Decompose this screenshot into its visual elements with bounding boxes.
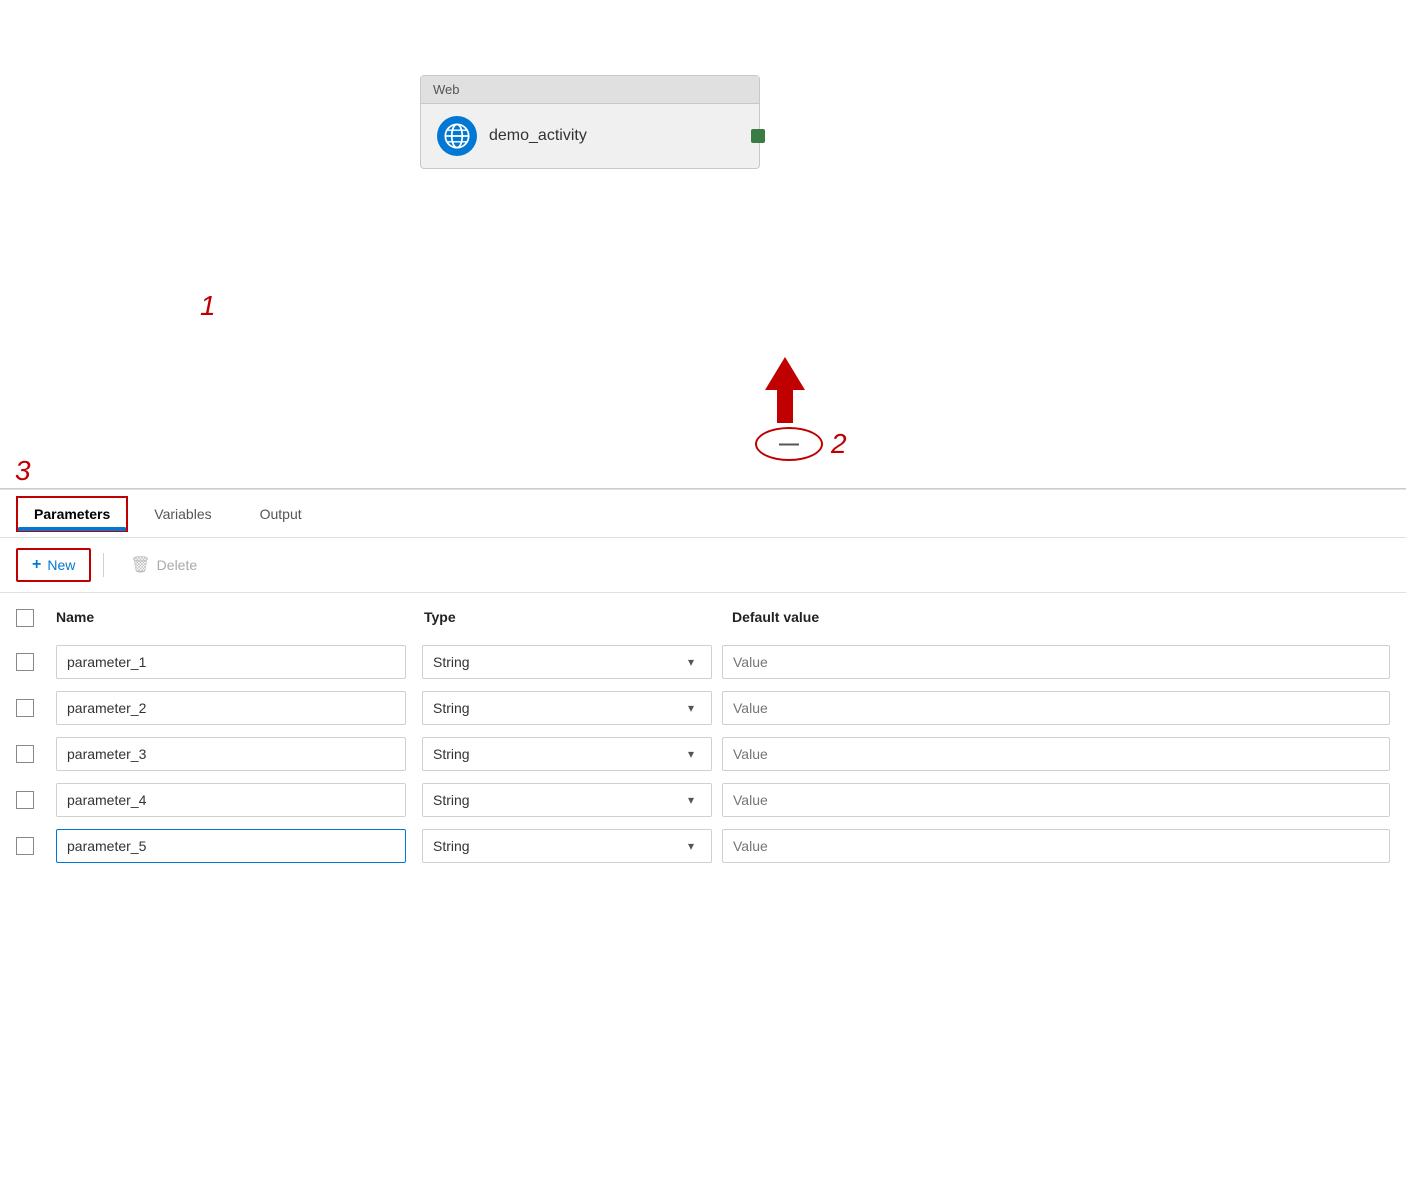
- row3-name-input[interactable]: [56, 737, 406, 771]
- row1-type-select[interactable]: String Int Float Bool: [422, 645, 712, 679]
- globe-icon: [437, 116, 477, 156]
- row3-default-input[interactable]: [722, 737, 1390, 771]
- annotation-arrow-up: [755, 355, 815, 425]
- table-row: String Int Float Bool ▾: [16, 823, 1390, 869]
- row5-check-cell: [16, 837, 56, 855]
- row2-name-input[interactable]: [56, 691, 406, 725]
- tabs-row: Parameters Variables Output: [0, 490, 1406, 538]
- bottom-panel: Parameters Variables Output + New 🗑 Dele…: [0, 490, 1406, 1183]
- activity-node[interactable]: Web demo_activity: [420, 75, 760, 169]
- row5-type-select[interactable]: String Int Float Bool: [422, 829, 712, 863]
- trash-icon: 🗑: [130, 555, 150, 575]
- row1-type-cell: String Int Float Bool ▾: [414, 645, 714, 679]
- row1-name-input[interactable]: [56, 645, 406, 679]
- tab-output-label: Output: [260, 506, 302, 522]
- row1-default-input[interactable]: [722, 645, 1390, 679]
- table-header-row: Name Type Default value: [16, 601, 1390, 635]
- row3-checkbox[interactable]: [16, 745, 34, 763]
- annotation-circle: —: [755, 427, 823, 461]
- delete-button-label: Delete: [157, 557, 197, 573]
- row4-type-dropdown-wrapper: String Int Float Bool ▾: [414, 783, 704, 817]
- col-default-header: Default value: [732, 609, 819, 625]
- annotation-label-2: 2: [831, 428, 847, 460]
- row2-check-cell: [16, 699, 56, 717]
- row5-checkbox[interactable]: [16, 837, 34, 855]
- annotation-2-group: — 2: [755, 355, 815, 430]
- header-check-cell: [16, 609, 56, 627]
- row2-checkbox[interactable]: [16, 699, 34, 717]
- row2-type-select[interactable]: String Int Float Bool: [422, 691, 712, 725]
- activity-type-label: Web: [433, 82, 460, 97]
- header-type-cell: Type: [424, 609, 724, 627]
- row1-check-cell: [16, 653, 56, 671]
- row5-default-input[interactable]: [722, 829, 1390, 863]
- col-name-header: Name: [56, 609, 94, 625]
- row3-type-cell: String Int Float Bool ▾: [414, 737, 714, 771]
- row4-type-select[interactable]: String Int Float Bool: [422, 783, 712, 817]
- row4-check-cell: [16, 791, 56, 809]
- table-row: String Int Float Bool ▾: [16, 685, 1390, 731]
- canvas-area: Web demo_activity 1: [0, 0, 1406, 490]
- circle-minus-symbol: —: [779, 433, 799, 456]
- row5-type-cell: String Int Float Bool ▾: [414, 829, 714, 863]
- row5-name-input[interactable]: [56, 829, 406, 863]
- delete-button[interactable]: 🗑 Delete: [116, 549, 211, 581]
- toolbar: + New 🗑 Delete: [0, 538, 1406, 593]
- plus-icon: +: [32, 556, 41, 574]
- table-row: String Int Float Bool ▾: [16, 777, 1390, 823]
- canvas-divider: [0, 488, 1406, 489]
- select-all-checkbox[interactable]: [16, 609, 34, 627]
- tab-variables-label: Variables: [154, 506, 211, 522]
- toolbar-separator: [103, 553, 104, 577]
- row4-checkbox[interactable]: [16, 791, 34, 809]
- row4-type-cell: String Int Float Bool ▾: [414, 783, 714, 817]
- row1-type-dropdown-wrapper: String Int Float Bool ▾: [414, 645, 704, 679]
- col-type-header: Type: [424, 609, 456, 625]
- activity-status-dot: [751, 129, 765, 143]
- row2-type-dropdown-wrapper: String Int Float Bool ▾: [414, 691, 704, 725]
- row3-check-cell: [16, 745, 56, 763]
- activity-node-header: Web: [421, 76, 759, 104]
- tab-output[interactable]: Output: [238, 492, 324, 536]
- new-button[interactable]: + New: [16, 548, 91, 582]
- tab-parameters[interactable]: Parameters: [16, 496, 128, 532]
- table-row: String Int Float Bool ▾: [16, 731, 1390, 777]
- row1-checkbox[interactable]: [16, 653, 34, 671]
- row3-type-dropdown-wrapper: String Int Float Bool ▾: [414, 737, 704, 771]
- row3-type-select[interactable]: String Int Float Bool: [422, 737, 712, 771]
- header-default-cell: Default value: [732, 609, 1390, 627]
- params-table: Name Type Default value String Int Float: [0, 593, 1406, 877]
- row4-default-input[interactable]: [722, 783, 1390, 817]
- row2-default-input[interactable]: [722, 691, 1390, 725]
- header-name-cell: Name: [56, 609, 416, 627]
- annotation-label-3: 3: [15, 455, 31, 487]
- tab-parameters-label: Parameters: [34, 506, 110, 522]
- row2-type-cell: String Int Float Bool ▾: [414, 691, 714, 725]
- row4-name-input[interactable]: [56, 783, 406, 817]
- new-button-label: New: [47, 557, 75, 573]
- row5-type-dropdown-wrapper: String Int Float Bool ▾: [414, 829, 704, 863]
- annotation-label-1: 1: [200, 290, 216, 322]
- activity-name-label: demo_activity: [489, 127, 587, 145]
- table-row: String Int Float Bool ▾: [16, 639, 1390, 685]
- tab-variables[interactable]: Variables: [132, 492, 233, 536]
